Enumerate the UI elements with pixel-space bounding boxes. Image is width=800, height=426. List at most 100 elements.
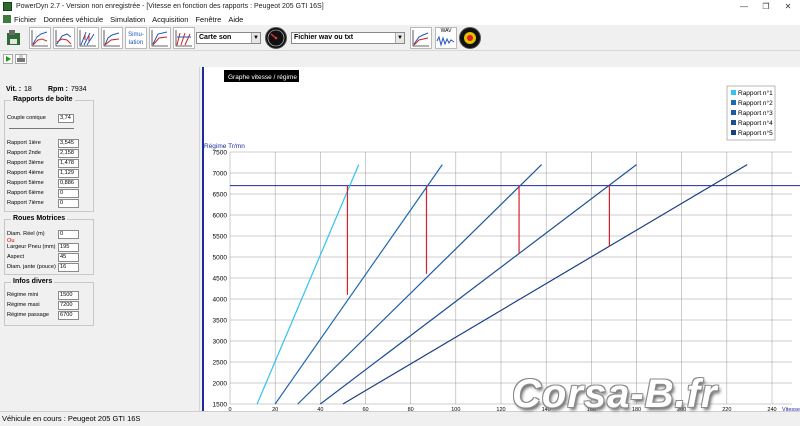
- regime-passage-label: Régime passage: [7, 312, 49, 318]
- graph-icon: [55, 30, 72, 47]
- legend-swatch: [731, 110, 736, 115]
- largeur-input[interactable]: 195: [58, 243, 79, 252]
- y-tick-label: 3500: [213, 317, 228, 324]
- regime-maxi-label: Régime maxi: [7, 302, 40, 308]
- y-tick-label: 2500: [213, 359, 228, 366]
- title-bar: PowerDyn 2.7 - Version non enregistrée -…: [0, 0, 800, 13]
- simulation-button[interactable]: Simu-lation: [125, 27, 147, 49]
- rapport-input[interactable]: 0: [58, 189, 79, 198]
- y-tick-label: 7000: [213, 170, 228, 177]
- graph-couple-button[interactable]: [53, 27, 75, 49]
- vehicle-data-panel: Vit. : 18 Rpm : 7934 Rapports de boîte C…: [0, 67, 200, 411]
- tachometer-icon[interactable]: [265, 27, 287, 49]
- close-button[interactable]: ✕: [777, 0, 799, 13]
- jante-label: Diam. jante (pouce): [7, 264, 56, 270]
- chevron-down-icon: ▼: [395, 33, 404, 43]
- legend-label: Rapport n°4: [738, 119, 773, 127]
- aspect-input[interactable]: 45: [58, 253, 79, 262]
- menu-simulation[interactable]: Simulation: [110, 15, 145, 24]
- diam-input[interactable]: 0: [58, 230, 79, 239]
- y-tick-label: 2000: [213, 380, 228, 387]
- series-line-rapport-2: [274, 164, 443, 405]
- legend-label: Rapport n°3: [738, 109, 773, 117]
- legend-swatch: [731, 100, 736, 105]
- print-icon: [17, 55, 25, 62]
- menu-aide[interactable]: Aide: [228, 15, 243, 24]
- menu-acquisition[interactable]: Acquisition: [152, 15, 188, 24]
- couple-label: Couple conique: [7, 115, 46, 121]
- y-tick-label: 1500: [213, 401, 228, 408]
- graph-icon: [103, 30, 120, 47]
- save-icon: [7, 30, 20, 45]
- graph-icon: [79, 30, 96, 47]
- largeur-label: Largeur Pneu (mm): [7, 244, 56, 250]
- secondary-toolbar: [0, 51, 800, 67]
- rpm-value: 7934: [71, 86, 87, 93]
- series-line-rapport-5: [342, 164, 748, 405]
- regime-mini-input[interactable]: 1500: [58, 291, 79, 300]
- couple-input[interactable]: 3,74: [58, 114, 74, 123]
- rapport-input[interactable]: 3,545: [58, 139, 79, 148]
- save-vehicle-button[interactable]: [2, 27, 24, 49]
- rapport-label: Rapport 2nde: [7, 150, 41, 156]
- regime-passage-input[interactable]: 6700: [58, 311, 79, 320]
- legend-swatch: [731, 120, 736, 125]
- y-tick-label: 5000: [213, 254, 228, 261]
- series-line-rapport-3: [297, 164, 543, 405]
- graph-puissance-button[interactable]: [29, 27, 51, 49]
- regime-maxi-input[interactable]: 7200: [58, 301, 79, 310]
- rapport-input[interactable]: 0: [58, 199, 79, 208]
- divider: [9, 128, 74, 129]
- play-button[interactable]: [3, 54, 13, 64]
- rapports-title: Rapports de boîte: [11, 96, 75, 103]
- play-icon: [6, 56, 11, 62]
- y-tick-label: 3000: [213, 338, 228, 345]
- file-source-select[interactable]: Fichier wav ou txt ▼: [291, 32, 405, 44]
- rapport-input[interactable]: 2,158: [58, 149, 79, 158]
- wav-analysis-button[interactable]: WAV: [435, 27, 457, 49]
- menu-fichier[interactable]: Fichier: [14, 15, 37, 24]
- minimize-button[interactable]: —: [733, 0, 755, 13]
- y-tick-label: 4500: [213, 275, 228, 282]
- sound-source-select[interactable]: Carte son ▼: [196, 32, 261, 44]
- y-tick-label: 4000: [213, 296, 228, 303]
- rapport-input[interactable]: 1,478: [58, 159, 79, 168]
- roues-group: Roues Motrices Diam. Réel (m) 0 Ou Large…: [4, 215, 94, 275]
- rapport-input[interactable]: 1,129: [58, 169, 79, 178]
- document-icon[interactable]: [3, 15, 11, 23]
- wav-label: WAV: [440, 28, 452, 34]
- legend-label: Rapport n°1: [738, 89, 773, 97]
- watermark-logo: Corsa-B.fr: [512, 372, 718, 416]
- menu-fenetre[interactable]: Fenêtre: [195, 15, 221, 24]
- series-line-rapport-1: [256, 164, 360, 405]
- print-button[interactable]: [15, 54, 27, 64]
- graph-wav-button[interactable]: [410, 27, 432, 49]
- legend-swatch: [731, 90, 736, 95]
- graph-acceleration-button[interactable]: [101, 27, 123, 49]
- window-title: PowerDyn 2.7 - Version non enregistrée -…: [16, 3, 324, 10]
- rapport-label: Rapport 1ière: [7, 140, 41, 146]
- regime-mini-label: Régime mini: [7, 292, 39, 298]
- graph-compare-button[interactable]: [149, 27, 171, 49]
- infos-title: Infos divers: [11, 278, 55, 285]
- aspect-label: Aspect: [7, 254, 25, 260]
- menu-bar: Fichier Données véhicule Simulation Acqu…: [0, 13, 800, 25]
- jante-input[interactable]: 16: [58, 263, 79, 272]
- graph-simulation-button[interactable]: [173, 27, 195, 49]
- legend-swatch: [731, 130, 736, 135]
- graph-rapports-button[interactable]: [77, 27, 99, 49]
- y-tick-label: 6000: [213, 212, 228, 219]
- y-tick-label: 5500: [213, 233, 228, 240]
- rapport-input[interactable]: 0,886: [58, 179, 79, 188]
- stop-gauge-icon[interactable]: [459, 27, 481, 49]
- rapport-label: Rapport 5ième: [7, 180, 44, 186]
- roues-title: Roues Motrices: [11, 215, 68, 222]
- rapport-label: Rapport 6ième: [7, 190, 44, 196]
- menu-donnees-vehicule[interactable]: Données véhicule: [44, 15, 104, 24]
- maximize-button[interactable]: ❐: [755, 0, 777, 13]
- rapports-group: Rapports de boîte Couple conique 3,74 Ra…: [4, 96, 94, 212]
- series-line-rapport-4: [319, 164, 637, 405]
- graph-icon: [151, 30, 168, 47]
- sound-source-value: Carte son: [199, 34, 232, 41]
- graph-icon: [412, 30, 429, 47]
